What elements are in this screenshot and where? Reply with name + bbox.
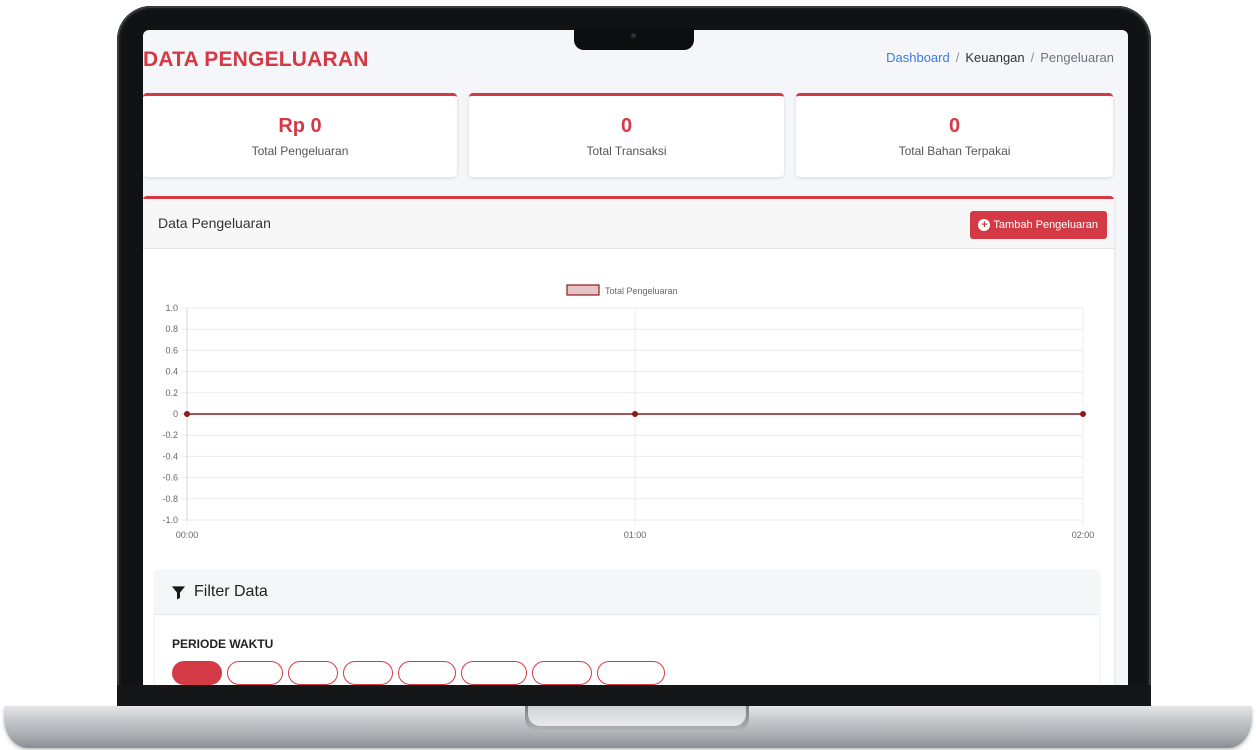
chart-series: [184, 411, 1086, 417]
period-button-custom[interactable]: [597, 661, 665, 685]
stat-card-total-bahan-terpakai: 0 Total Bahan Terpakai: [796, 93, 1113, 177]
opening-groove: [525, 706, 749, 732]
period-button[interactable]: [343, 661, 393, 685]
y-tick-label: -1.0: [162, 515, 178, 525]
y-tick-label: 0.8: [165, 324, 178, 334]
y-tick-label: 0.6: [165, 345, 178, 355]
breadcrumb-dashboard-link[interactable]: Dashboard: [886, 50, 950, 65]
stat-label: Total Bahan Terpakai: [898, 144, 1011, 158]
stat-value: 0: [948, 115, 961, 137]
y-tick-label: -0.6: [162, 473, 178, 483]
period-button[interactable]: [288, 661, 338, 685]
legend-swatch: [566, 284, 600, 296]
breadcrumb: Dashboard / Keuangan / Pengeluaran: [886, 50, 1114, 65]
stat-value: Rp 0: [278, 115, 322, 137]
breadcrumb-pengeluaran: Pengeluaran: [1040, 50, 1114, 65]
filter-panel: Filter Data PERIODE WAKTU: [155, 570, 1099, 685]
y-axis-ticks: 1.0 0.8 0.6 0.4 0.2 0 -0.2 -0.4 -0.6 -0.8 -1.0: [162, 303, 178, 525]
x-tick-label: 00:00: [176, 530, 199, 540]
y-tick-label: -0.2: [162, 430, 178, 440]
period-button[interactable]: [398, 661, 456, 685]
filter-title: Filter Data: [194, 583, 268, 600]
legend-label: Total Pengeluaran: [605, 286, 678, 296]
period-button[interactable]: [227, 661, 283, 685]
camera-icon: [631, 33, 636, 38]
stat-card-total-transaksi: 0 Total Transaksi: [469, 93, 784, 177]
filter-funnel-icon: [171, 585, 186, 600]
stat-label: Total Transaksi: [586, 144, 667, 158]
x-tick-label: 02:00: [1072, 530, 1095, 540]
stat-label: Total Pengeluaran: [251, 144, 349, 158]
stat-card-total-pengeluaran: Rp 0 Total Pengeluaran: [143, 93, 457, 177]
y-tick-label: -0.8: [162, 494, 178, 504]
data-point: [632, 411, 638, 417]
y-tick-label: 0: [173, 409, 178, 419]
y-tick-label: 0.2: [165, 388, 178, 398]
plus-circle-icon: +: [978, 219, 991, 231]
y-tick-label: 0.4: [165, 367, 178, 377]
period-button[interactable]: [532, 661, 592, 685]
add-expense-button[interactable]: + Tambah Pengeluaran: [970, 211, 1107, 239]
camera-notch: [574, 28, 694, 50]
period-button[interactable]: [461, 661, 527, 685]
x-axis-ticks: 00:00 01:00 02:00: [176, 530, 1095, 540]
expense-line-chart: 1.0 0.8 0.6 0.4 0.2 0 -0.2 -0.4 -0.6 -0.8 -1.0 00:…: [162, 284, 1095, 540]
page-title: DATA PENGELUARAN: [143, 48, 369, 71]
data-point: [184, 411, 190, 417]
period-button-active[interactable]: [172, 661, 222, 685]
app-screen: DATA PENGELUARAN Dashboard / Keuangan / Peng…: [143, 30, 1128, 685]
period-button-group: [172, 661, 665, 685]
stat-value: 0: [620, 115, 633, 137]
x-tick-label: 01:00: [624, 530, 647, 540]
card-title: Data Pengeluaran: [158, 215, 271, 231]
chart-grid: [181, 307, 1084, 525]
add-expense-label: Tambah Pengeluaran: [993, 219, 1098, 231]
y-tick-label: -0.4: [162, 451, 178, 461]
laptop-base: [4, 706, 1252, 748]
chart-legend[interactable]: Total Pengeluaran: [566, 284, 678, 296]
expense-data-card: Data Pengeluaran + Tambah Pengeluaran 1.…: [143, 196, 1114, 685]
filter-header: Filter Data: [155, 570, 1099, 615]
data-point: [1080, 411, 1086, 417]
y-tick-label: 1.0: [165, 303, 178, 313]
breadcrumb-keuangan[interactable]: Keuangan: [965, 50, 1024, 65]
card-header: Data Pengeluaran + Tambah Pengeluaran: [143, 199, 1114, 249]
periode-label: PERIODE WAKTU: [172, 637, 274, 651]
